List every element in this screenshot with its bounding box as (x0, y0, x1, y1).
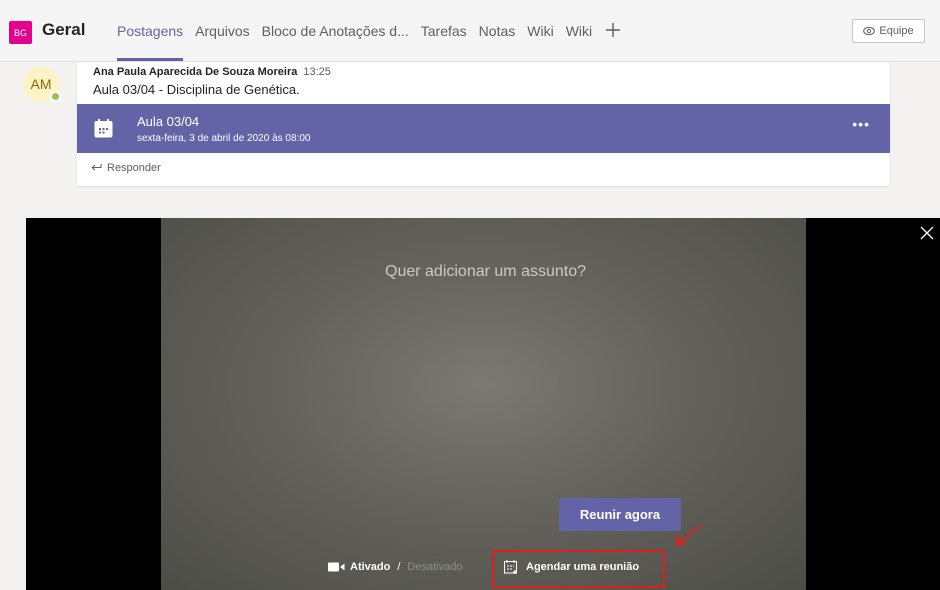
post-card: Ana Paula Aparecida De Souza Moreira 13:2… (77, 62, 890, 186)
post-author-name: Ana Paula Aparecida De Souza Moreira (93, 66, 298, 78)
active-tab-indicator (117, 58, 183, 61)
camera-preview: Reunir agora (161, 218, 806, 590)
schedule-meeting-label: Agendar uma reunião (526, 561, 640, 573)
tab-tarefas[interactable]: Tarefas (421, 0, 467, 62)
meeting-date: sexta-feira, 3 de abril de 2020 às 08:00 (137, 133, 311, 144)
tab-wiki-2[interactable]: Wiki (566, 0, 592, 62)
team-button[interactable]: Equipe (852, 19, 925, 43)
reply-icon (91, 161, 102, 175)
post-time: 13:25 (303, 66, 331, 78)
meeting-preview: Reunir agora Ativado / Desativado Agenda… (26, 218, 940, 590)
presence-available-icon (50, 91, 61, 102)
schedule-meeting-button[interactable]: Agendar uma reunião (504, 558, 639, 576)
plus-icon[interactable] (606, 20, 621, 43)
camera-on-option[interactable]: Ativado (350, 561, 390, 573)
tab-postagens[interactable]: Postagens (117, 0, 183, 62)
reply-label: Responder (107, 162, 161, 174)
channel-name: Geral (42, 20, 86, 39)
camera-toggle: Ativado / Desativado (328, 558, 462, 576)
calendar-icon (94, 119, 113, 138)
reply-button[interactable]: Responder (77, 158, 890, 178)
channel-header: BG Geral Postagens Arquivos Bloco de Ano… (0, 0, 940, 62)
post-text: Aula 03/04 - Disciplina de Genética. (93, 82, 300, 97)
close-icon[interactable] (920, 226, 934, 240)
team-button-label: Equipe (879, 25, 914, 37)
post-author[interactable]: Ana Paula Aparecida De Souza Moreira 13:2… (93, 66, 331, 78)
meeting-card[interactable]: Aula 03/04 sexta-feira, 3 de abril de 20… (77, 104, 890, 153)
tab-bar: Postagens Arquivos Bloco de Anotações d.… (117, 0, 621, 62)
calendar-add-icon (504, 560, 517, 574)
meet-now-button[interactable]: Reunir agora (559, 498, 681, 531)
annotation-arrow-icon (674, 524, 702, 547)
tab-notas[interactable]: Notas (479, 0, 516, 62)
video-camera-icon (328, 562, 345, 572)
camera-off-option[interactable]: Desativado (407, 561, 462, 573)
tab-arquivos[interactable]: Arquivos (195, 0, 249, 62)
tab-wiki[interactable]: Wiki (527, 0, 553, 62)
eye-icon (863, 26, 876, 36)
camera-toggle-separator: / (397, 561, 401, 573)
team-avatar[interactable]: BG (9, 21, 32, 44)
meeting-title: Aula 03/04 (137, 114, 200, 129)
more-options-icon[interactable]: ••• (852, 116, 870, 132)
meeting-subject-input[interactable] (306, 258, 665, 286)
tab-bloco-anotacoes[interactable]: Bloco de Anotações d... (262, 0, 409, 62)
